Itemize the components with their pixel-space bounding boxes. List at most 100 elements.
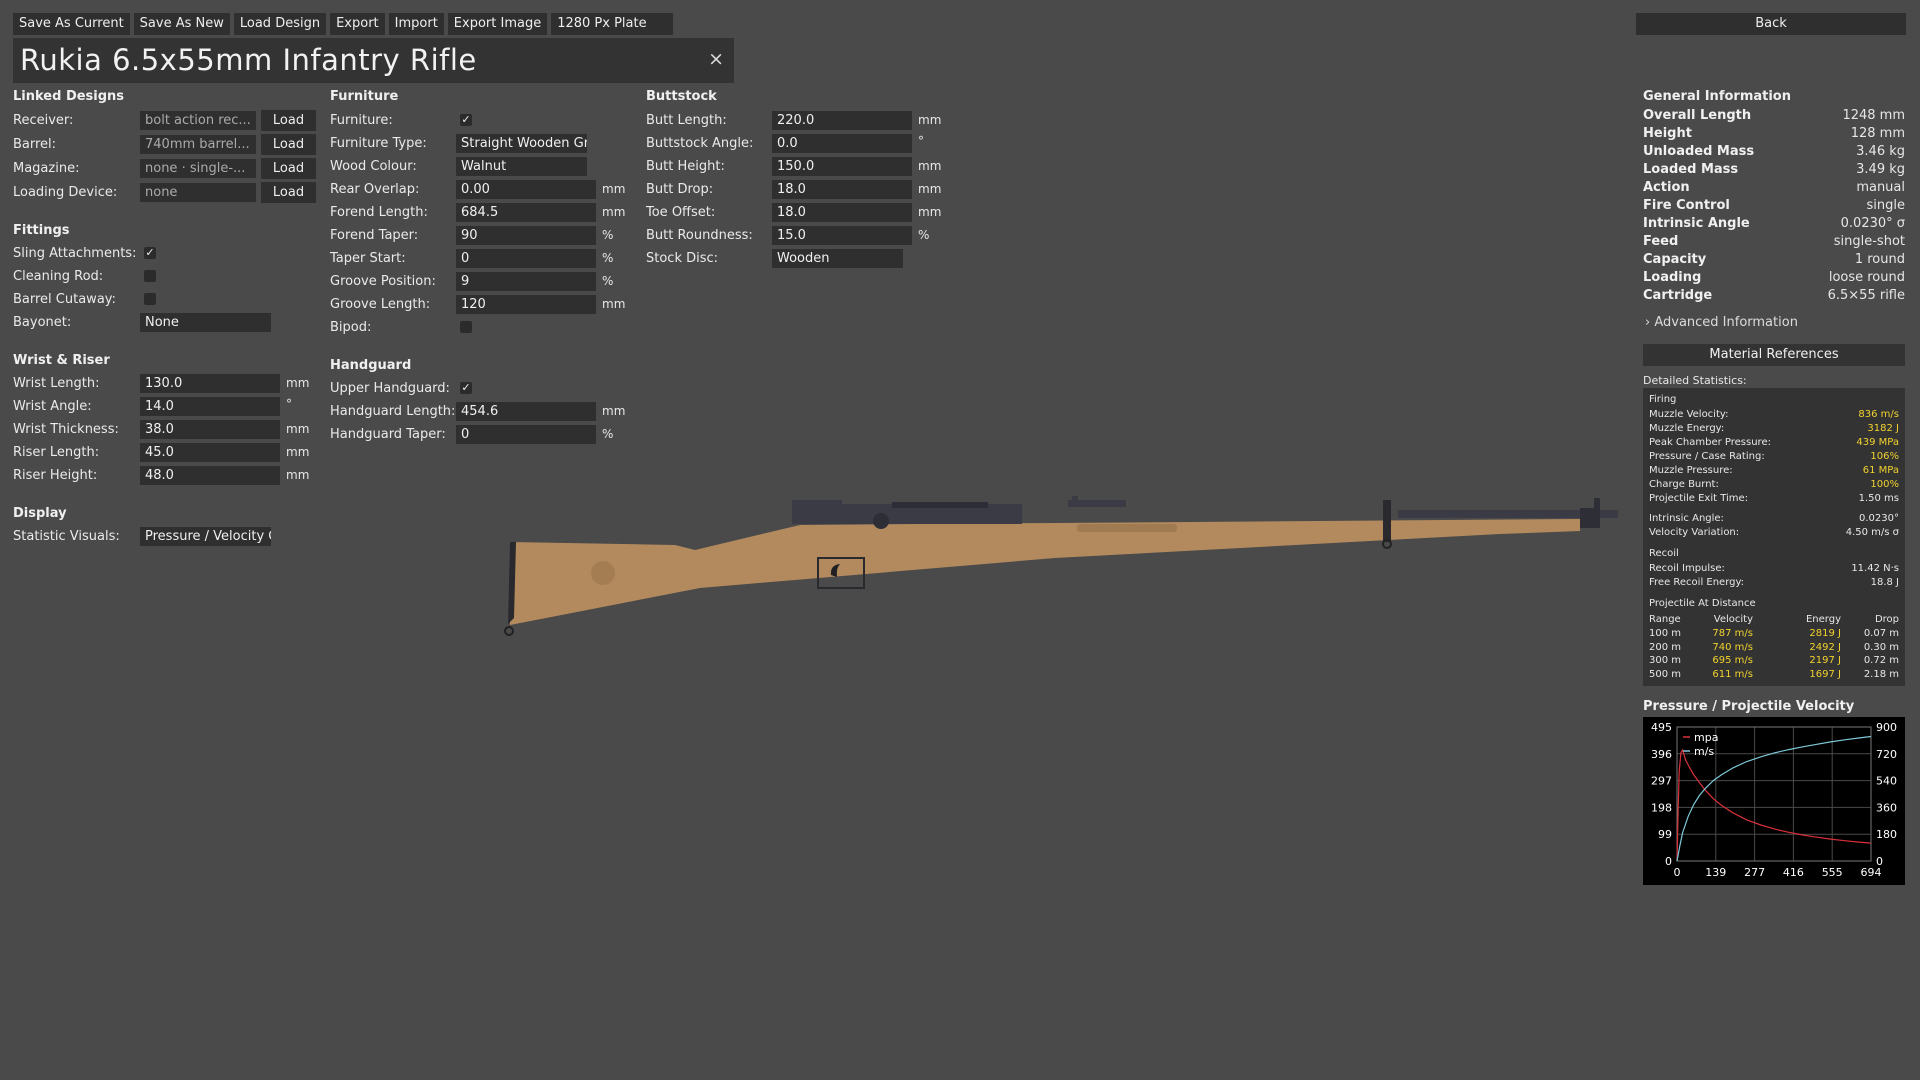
barrel-field[interactable]: 740mm barrel... [140,135,256,154]
barrel-band [1383,500,1391,542]
groove-length-unit: mm [602,297,626,311]
distance-cell: 100 m [1649,628,1682,639]
rear-sling-swivel [504,626,514,636]
riser-height-unit: mm [286,468,310,482]
stat-row: Muzzle Velocity: 836 m/s [1649,409,1899,423]
statistic-visuals-dropdown[interactable]: Pressure / Velocity G [140,527,271,546]
forend-length-unit: mm [602,205,626,219]
stat-row: Recoil Impulse: 11.42 N·s [1649,563,1899,577]
info-value: manual [1856,180,1905,195]
handguard-taper-input[interactable]: 0 [456,425,596,444]
furniture-type-dropdown[interactable]: Straight Wooden Gri [456,134,587,153]
info-key: Overall Length [1643,108,1752,123]
distance-col-header: Energy [1805,614,1841,625]
sling-checkbox[interactable]: ✓ [144,247,156,259]
rifle-bolt-carrier [892,502,988,508]
receiver-field[interactable]: bolt action rec... [140,111,256,130]
load-design-button[interactable]: Load Design [233,13,327,35]
close-icon[interactable]: × [708,48,724,70]
stat-row: Pressure / Case Rating: 106% [1649,451,1899,465]
plate-size-dropdown[interactable]: 1280 Px Plate [551,13,674,35]
riser-height-input[interactable]: 48.0 [140,466,280,485]
wood-colour-dropdown[interactable]: Walnut [456,157,587,176]
info-key: Height [1643,126,1692,141]
load-loading-device-button[interactable]: Load [261,182,316,203]
export-image-button[interactable]: Export Image [447,13,548,35]
distance-col-header: Drop [1874,614,1899,625]
info-value: 6.5×55 rifle [1827,288,1905,303]
stock-disc-dropdown[interactable]: Wooden [772,249,903,268]
groove-position-input[interactable]: 9 [456,272,596,291]
stat-value: 0.0230° [1859,513,1899,524]
butt-roundness-input[interactable]: 15.0 [772,226,912,245]
wrist-length-input[interactable]: 130.0 [140,374,280,393]
magazine-label: Magazine: [13,161,80,176]
butt-length-input[interactable]: 220.0 [772,111,912,130]
wrist-riser-heading: Wrist & Riser [13,353,110,368]
stat-key: Pressure / Case Rating: [1649,451,1765,462]
taper-start-input[interactable]: 0 [456,249,596,268]
load-barrel-button[interactable]: Load [261,134,316,155]
forend-taper-input[interactable]: 90 [456,226,596,245]
load-receiver-button[interactable]: Load [261,110,316,131]
info-value: 3.49 kg [1856,162,1905,177]
y-left-tick-label: 0 [1665,855,1672,868]
groove-length-input[interactable]: 120 [456,295,596,314]
distance-cell: 1697 J [1809,668,1841,680]
wrist-thickness-input[interactable]: 38.0 [140,420,280,439]
barrel-cutaway-checkbox[interactable] [144,293,156,305]
y-left-tick-label: 396 [1651,748,1672,761]
bayonet-dropdown[interactable]: None [140,313,271,332]
advanced-info-toggle[interactable]: › Advanced Information [1645,315,1798,330]
general-info-row: Loaded Mass 3.49 kg [1643,162,1905,180]
bayonet-label: Bayonet: [13,315,72,330]
info-key: Loading [1643,270,1702,285]
import-button[interactable]: Import [388,13,444,35]
fittings-heading: Fittings [13,223,70,238]
cleaning-rod-checkbox[interactable] [144,270,156,282]
furniture-checkbox[interactable]: ✓ [460,114,472,126]
distance-heading: Projectile At Distance [1649,598,1756,609]
buttstock-angle-input[interactable]: 0.0 [772,134,912,153]
top-toolbar: Save As Current Save As New Load Design … [13,13,674,35]
info-value: 1248 mm [1842,108,1905,123]
wrist-thickness-unit: mm [286,422,310,436]
export-button[interactable]: Export [330,13,385,35]
distance-cell: 611 m/s [1712,668,1753,680]
rear-sight-post [1072,496,1078,501]
toe-offset-label: Toe Offset: [646,205,716,220]
handguard-heading: Handguard [330,358,412,373]
wrist-angle-unit: ° [286,397,292,411]
riser-length-input[interactable]: 45.0 [140,443,280,462]
upper-handguard-checkbox[interactable]: ✓ [460,382,472,394]
x-tick-label: 555 [1822,866,1843,879]
toe-offset-input[interactable]: 18.0 [772,203,912,222]
magazine-field[interactable]: none · single-... [140,159,256,178]
load-magazine-button[interactable]: Load [261,158,316,179]
butt-height-input[interactable]: 150.0 [772,157,912,176]
bipod-checkbox[interactable] [460,321,472,333]
back-button[interactable]: Back [1636,13,1906,35]
legend-label: m/s [1694,745,1714,758]
general-info-row: Unloaded Mass 3.46 kg [1643,144,1905,162]
material-references-button[interactable]: Material References [1643,344,1905,366]
design-name-field[interactable]: Rukia 6.5x55mm Infantry Rifle × [13,38,734,83]
loading-device-field[interactable]: none [140,183,256,202]
distance-cell: 200 m [1649,641,1682,653]
distance-cell: 695 m/s [1712,655,1753,666]
rear-overlap-input[interactable]: 0.00 [456,180,596,199]
forend-length-input[interactable]: 684.5 [456,203,596,222]
recoil-heading: Recoil [1649,548,1679,559]
stat-value: 11.42 N·s [1851,563,1899,574]
distance-cell: 740 m/s [1712,641,1753,653]
butt-drop-input[interactable]: 18.0 [772,180,912,199]
save-as-new-button[interactable]: Save As New [133,13,230,35]
design-title[interactable]: Rukia 6.5x55mm Infantry Rifle [20,42,477,78]
info-key: Unloaded Mass [1643,144,1755,159]
distance-header-row: Range Velocity Energy Drop [1649,614,1899,628]
y-left-tick-label: 297 [1651,775,1672,788]
groove-position-unit: % [602,274,614,288]
handguard-length-input[interactable]: 454.6 [456,402,596,421]
save-as-current-button[interactable]: Save As Current [13,13,130,35]
wrist-angle-input[interactable]: 14.0 [140,397,280,416]
